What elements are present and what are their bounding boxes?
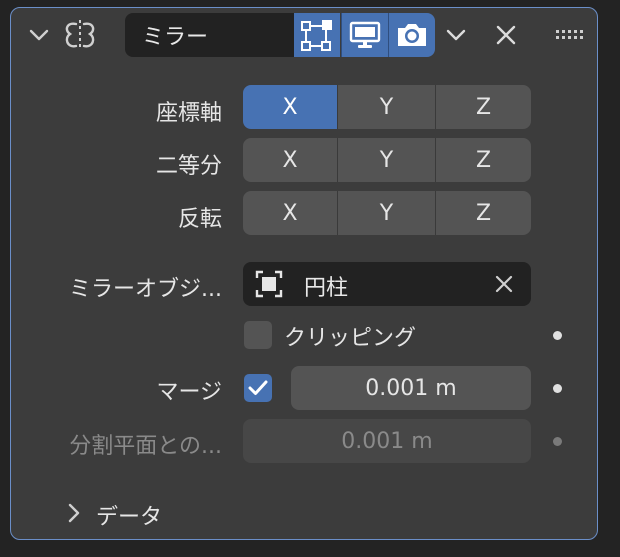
clipping-checkbox[interactable] — [244, 321, 272, 349]
merge-distance-field[interactable]: 0.001 m — [291, 366, 531, 410]
dropdown-chevron-down-icon[interactable] — [441, 22, 471, 48]
object-icon — [253, 268, 285, 300]
mirror-object-field[interactable]: 円柱 — [243, 262, 531, 306]
axis-z-button[interactable]: Z — [435, 85, 531, 129]
drag-handle-icon[interactable] — [554, 26, 584, 44]
clear-close-icon[interactable] — [493, 273, 515, 295]
bisect-distance-label: 分割平面との... — [69, 434, 222, 459]
remove-close-icon[interactable] — [493, 22, 519, 48]
bisect-label: 二等分 — [155, 154, 222, 179]
clipping-label: クリッピング — [284, 326, 417, 351]
bisect-x-button[interactable]: X — [243, 138, 337, 182]
bisect-distance-keyframe-dot[interactable] — [553, 437, 562, 446]
collapse-chevron-down-icon[interactable] — [26, 22, 52, 48]
merge-checkbox[interactable] — [244, 374, 272, 402]
modifier-name: ミラー — [142, 25, 209, 50]
bisect-y-button[interactable]: Y — [337, 138, 435, 182]
clipping-keyframe-dot[interactable] — [553, 331, 562, 340]
edit-mode-toggle[interactable] — [294, 13, 340, 57]
merge-label: マージ — [156, 380, 222, 405]
edit-mode-vertices-icon — [301, 20, 332, 51]
mirror-modifier-icon — [60, 17, 100, 53]
flip-z-button[interactable]: Z — [435, 191, 531, 235]
monitor-icon — [349, 21, 381, 48]
bisect-z-button[interactable]: Z — [435, 138, 531, 182]
bisect-distance-field[interactable]: 0.001 m — [243, 419, 531, 463]
viewport-toggle[interactable] — [341, 13, 388, 57]
merge-keyframe-dot[interactable] — [553, 384, 562, 393]
checkmark-icon — [248, 380, 268, 395]
data-chevron-right-icon[interactable] — [62, 501, 86, 525]
flip-label: 反転 — [177, 207, 222, 232]
camera-icon — [398, 24, 426, 46]
flip-y-button[interactable]: Y — [337, 191, 435, 235]
flip-x-button[interactable]: X — [243, 191, 337, 235]
axis-x-button[interactable]: X — [243, 85, 337, 129]
render-toggle[interactable] — [388, 13, 435, 57]
modifier-name-field[interactable]: ミラー — [125, 13, 295, 57]
axis-y-button[interactable]: Y — [337, 85, 435, 129]
mirror-object-label: ミラーオブジ... — [69, 277, 222, 302]
axis-label: 座標軸 — [155, 101, 222, 126]
data-section-label[interactable]: データ — [96, 499, 162, 531]
mirror-object-value: 円柱 — [304, 276, 349, 301]
